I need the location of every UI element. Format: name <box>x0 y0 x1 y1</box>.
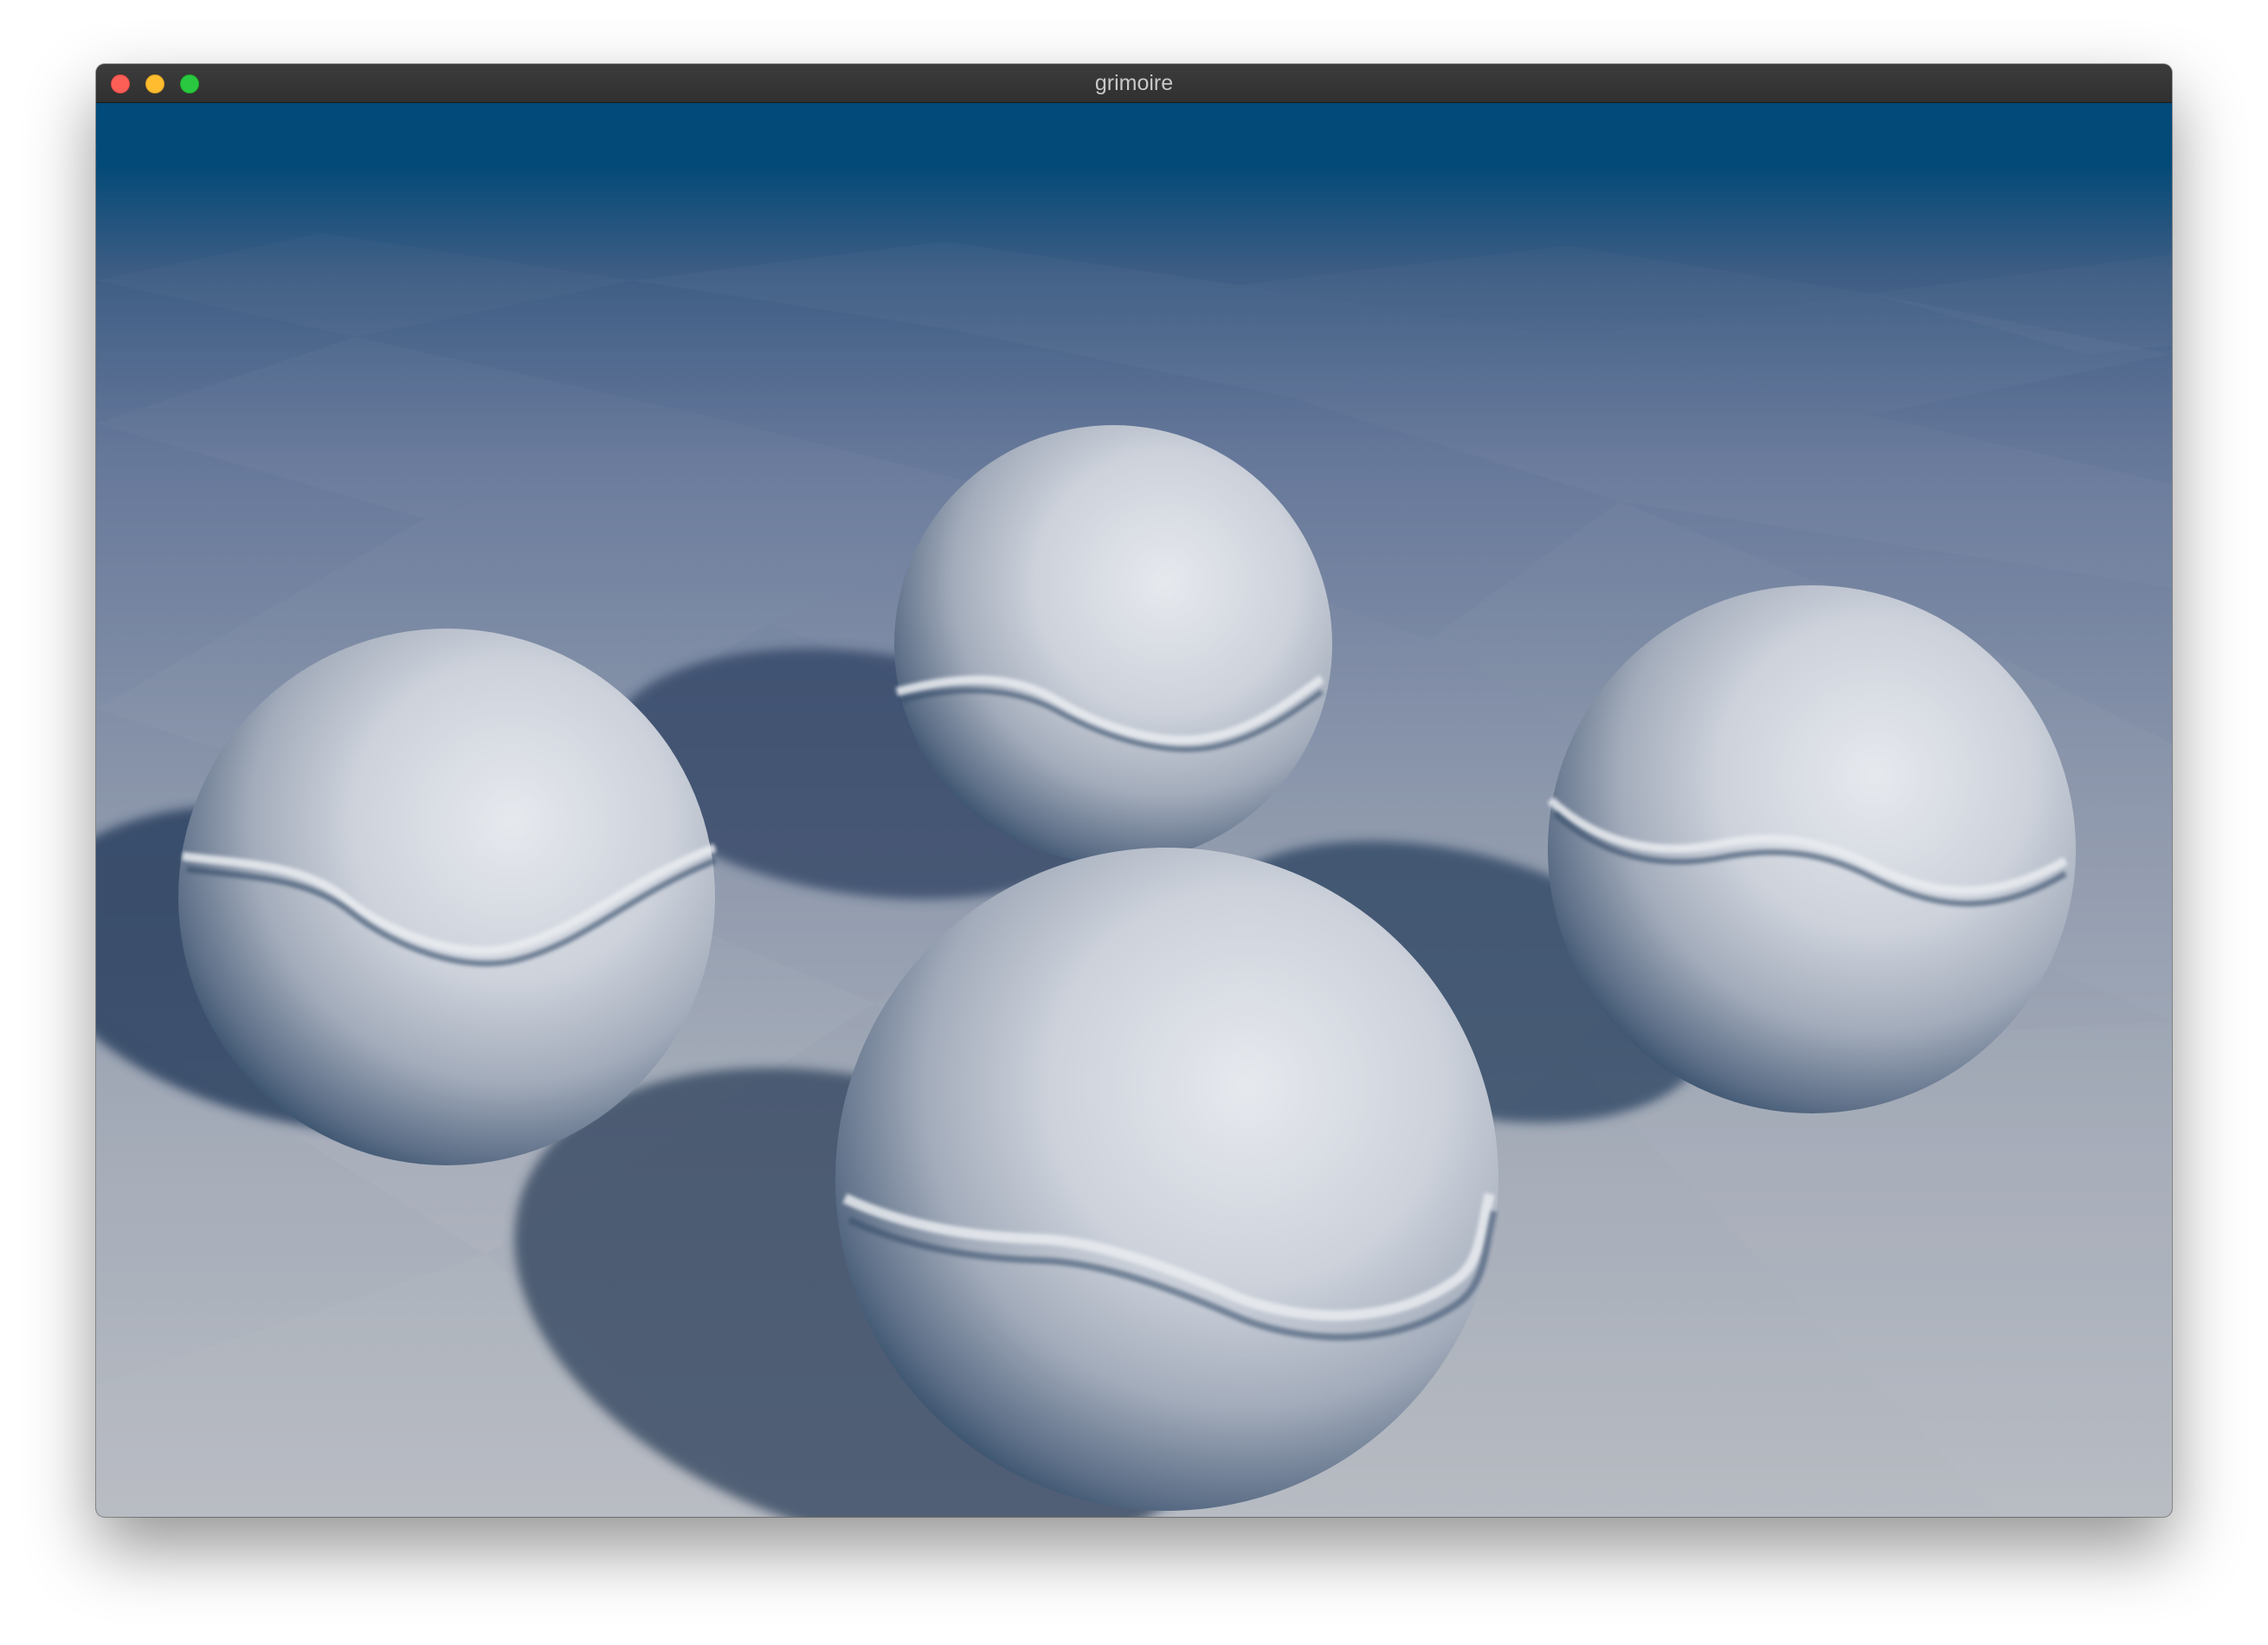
title-bar[interactable]: grimoire <box>96 64 2172 103</box>
render-viewport[interactable] <box>96 103 2172 1517</box>
app-window: grimoire <box>96 64 2172 1517</box>
sphere-left[interactable] <box>178 629 717 1165</box>
3d-scene-canvas[interactable] <box>96 103 2172 1517</box>
sphere-front[interactable] <box>835 848 1498 1511</box>
sphere-back[interactable] <box>894 425 1332 863</box>
window-title: grimoire <box>1094 71 1174 95</box>
sphere-right[interactable] <box>1547 585 2076 1113</box>
